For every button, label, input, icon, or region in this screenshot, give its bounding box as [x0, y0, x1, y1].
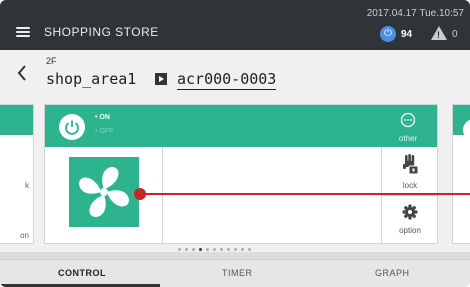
datetime: 2017.04.17 Tue.10:57 [366, 8, 464, 19]
hand-lock-icon [403, 154, 419, 175]
power-count: 94 [401, 29, 413, 40]
more-icon [400, 112, 416, 128]
page-dot [192, 248, 195, 251]
other-label: other [398, 134, 418, 143]
tab-control[interactable]: CONTROL [58, 268, 106, 278]
card-header: • ON • OFF other [45, 105, 437, 147]
page-dot [206, 248, 209, 251]
area-name: shop_area1 [46, 70, 137, 88]
device-screen: SHOPPING STORE 2017.04.17 Tue.10:57 ⏻ 94… [0, 0, 470, 287]
other-button[interactable]: other [393, 112, 423, 143]
power-button[interactable] [59, 114, 85, 140]
hamburger-menu-icon[interactable] [16, 27, 30, 37]
lock-label: lock [402, 181, 418, 190]
callout-line [140, 193, 470, 195]
page-dot [199, 248, 202, 251]
page-dot [241, 248, 244, 251]
page-dot [185, 248, 188, 251]
previous-card-header [0, 105, 33, 135]
previous-card-label-1: k [25, 181, 29, 190]
warning-mark: ! [437, 30, 440, 40]
location-header: 2F shop_area1 acr000-0003 [0, 50, 470, 100]
power-status-icon[interactable]: ⏻ [380, 26, 396, 42]
back-chevron-icon[interactable] [16, 64, 28, 82]
top-bar: SHOPPING STORE 2017.04.17 Tue.10:57 ⏻ 94… [0, 0, 470, 50]
page-dot [220, 248, 223, 251]
warning-count: 0 [452, 29, 458, 40]
tab-timer[interactable]: TIMER [222, 268, 253, 278]
power-icon [65, 120, 79, 135]
device-selector-icon[interactable] [155, 73, 167, 85]
app-title: SHOPPING STORE [44, 25, 159, 39]
option-button[interactable]: option [382, 196, 438, 245]
tab-graph[interactable]: GRAPH [375, 268, 410, 278]
device-detail-area [163, 147, 381, 245]
callout-marker [134, 188, 146, 200]
device-card: • ON • OFF other lock option [44, 104, 438, 245]
floor-label: 2F [46, 56, 57, 66]
page-dot [248, 248, 251, 251]
fan-icon [79, 167, 129, 217]
side-actions: lock option [381, 147, 438, 245]
previous-device-card[interactable]: k on [0, 104, 34, 244]
device-id-link[interactable]: acr000-0003 [177, 70, 277, 90]
page-dot [178, 248, 181, 251]
device-carousel: k on • ON • OFF other lock option [0, 100, 470, 252]
previous-card-label-2: on [20, 231, 29, 240]
bottom-tab-bar: CONTROL TIMER GRAPH [0, 259, 470, 287]
on-label[interactable]: • ON [95, 114, 110, 121]
page-dot [213, 248, 216, 251]
page-dot [227, 248, 230, 251]
page-dot [234, 248, 237, 251]
option-label: option [399, 226, 421, 235]
next-device-card[interactable] [452, 104, 470, 244]
gear-icon [402, 204, 418, 220]
off-label[interactable]: • OFF [95, 128, 113, 135]
lock-button[interactable]: lock [382, 147, 438, 196]
fan-mode-tile[interactable] [69, 157, 139, 227]
